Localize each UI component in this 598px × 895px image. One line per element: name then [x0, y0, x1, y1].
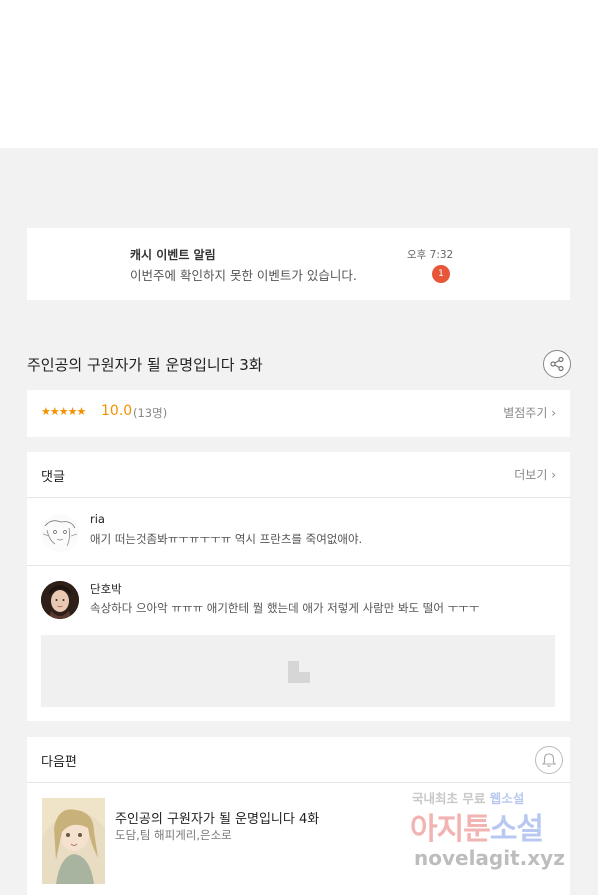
notification-message: 이번주에 확인하지 못한 이벤트가 있습니다. — [130, 268, 357, 283]
share-button[interactable] — [543, 350, 571, 378]
rating-stars: ★★★★★ — [41, 405, 86, 418]
comment-author: 단호박 — [90, 582, 122, 596]
notify-button[interactable] — [535, 746, 563, 774]
avatar — [41, 514, 79, 552]
next-episode-authors: 도담,팀 해피게리,은소로 — [115, 828, 232, 842]
top-blank-area — [0, 0, 598, 148]
rate-button[interactable]: 별점주기 › — [503, 404, 556, 421]
notification-time: 오후 7:32 — [407, 249, 454, 261]
rating-score: 10.0 — [101, 403, 133, 419]
comment-text: 속상하다 으아악 ㅠㅠㅠ 애기한테 뭘 했는데 애가 저렇게 사람만 봐도 떨어… — [90, 601, 480, 615]
next-episode-header: 다음편 — [27, 737, 570, 783]
watermark-url: novelagit.xyz — [414, 846, 565, 870]
watermark-logo: 아지툰소설 — [410, 812, 544, 847]
comments-section: 댓글 더보기 › ria 애기 떠는것좀봐ㅠㅜㅠㅜㅜㅠ 역시 프란츠를 죽여없애… — [27, 452, 570, 721]
comments-more-button[interactable]: 더보기 › — [514, 466, 556, 483]
episode-title: 주인공의 구원자가 될 운명입니다 3화 — [27, 356, 263, 374]
comments-title: 댓글 — [41, 470, 65, 485]
notification-badge: 1 — [432, 265, 450, 283]
rating-card: ★★★★★ 10.0 (13명) 별점주기 › — [27, 390, 570, 437]
comment-author: ria — [90, 512, 105, 526]
share-icon — [550, 356, 564, 372]
avatar — [41, 581, 79, 619]
ad-placeholder-icon — [288, 661, 310, 683]
next-episode-title-label: 다음편 — [41, 755, 77, 770]
comments-header: 댓글 더보기 › — [27, 452, 570, 498]
bell-icon — [541, 753, 557, 767]
cash-event-notification[interactable]: 캐시 이벤트 알림 이번주에 확인하지 못한 이벤트가 있습니다. 오후 7:3… — [27, 228, 570, 300]
ad-placeholder[interactable] — [41, 635, 555, 707]
next-episode-title[interactable]: 주인공의 구원자가 될 운명입니다 4화 — [115, 808, 319, 827]
comment-item: ria 애기 떠는것좀봐ㅠㅜㅠㅜㅜㅠ 역시 프란츠를 죽여없애야. — [27, 499, 570, 566]
rating-count: (13명) — [133, 406, 168, 420]
comment-text: 애기 떠는것좀봐ㅠㅜㅠㅜㅜㅠ 역시 프란츠를 죽여없애야. — [90, 532, 363, 546]
notification-title: 캐시 이벤트 알림 — [130, 248, 216, 262]
next-episode-thumbnail[interactable] — [42, 798, 105, 884]
comment-item: 단호박 속상하다 으아악 ㅠㅠㅠ 애기한테 뭘 했는데 애가 저렇게 사람만 봐… — [27, 567, 570, 721]
